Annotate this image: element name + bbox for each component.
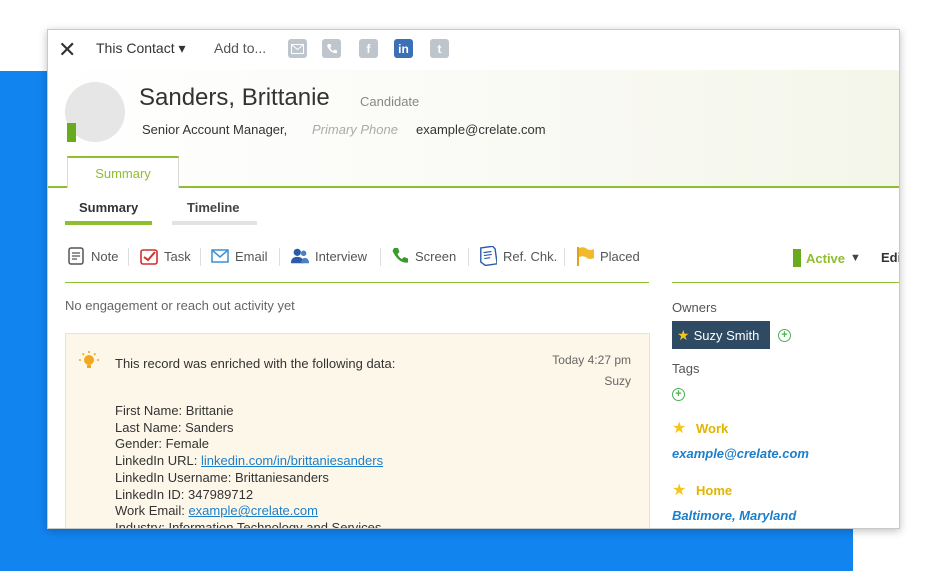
email-label: Email xyxy=(235,248,268,264)
divider xyxy=(468,248,469,266)
this-contact-dropdown[interactable]: This Contact ▾ xyxy=(96,40,186,57)
add-owner-icon[interactable]: + xyxy=(778,329,791,342)
subtab-timeline[interactable]: Timeline xyxy=(187,200,240,215)
add-to-button[interactable]: Add to... xyxy=(214,40,266,56)
star-icon: ★ xyxy=(677,326,690,343)
linkedin-url-field: LinkedIn URL: linkedin.com/in/brittanies… xyxy=(115,453,383,470)
home-address[interactable]: Baltimore, Maryland xyxy=(672,508,796,523)
facebook-icon[interactable]: f xyxy=(359,39,378,58)
note-label: Note xyxy=(91,248,119,264)
primary-phone-field[interactable]: Primary Phone xyxy=(312,122,398,137)
divider xyxy=(279,248,280,266)
reference-check-icon xyxy=(478,246,498,266)
linkedin-url-label: LinkedIn URL: xyxy=(115,453,201,469)
interview-label: Interview xyxy=(315,248,368,264)
reference-check-label: Ref. Chk. xyxy=(503,248,558,264)
note-icon xyxy=(66,246,86,266)
star-icon: ★ xyxy=(672,420,687,437)
gender-field: Gender: Female xyxy=(115,436,209,452)
enrichment-timestamp: Today 4:27 pm xyxy=(552,353,631,367)
owner-name: Suzy Smith xyxy=(693,327,760,343)
email-icon[interactable] xyxy=(288,39,307,58)
contact-name: Sanders, Brittanie xyxy=(139,84,330,111)
star-icon: ★ xyxy=(672,482,687,499)
linkedin-id-field: LinkedIn ID: 347989712 xyxy=(115,486,254,502)
owner-chip[interactable]: ★ Suzy Smith xyxy=(672,321,770,349)
work-email-label: Work Email: xyxy=(115,503,189,519)
close-icon[interactable]: ✕ xyxy=(58,37,76,63)
screen-action[interactable]: Screen xyxy=(390,246,456,266)
edit-button[interactable]: Edi xyxy=(881,250,899,265)
phone-icon[interactable] xyxy=(322,39,341,58)
contact-header: Sanders, Brittanie Candidate Senior Acco… xyxy=(48,70,899,188)
divider xyxy=(672,282,899,283)
first-name-field: First Name: Brittanie xyxy=(115,403,234,418)
status-indicator xyxy=(67,123,76,142)
subtab-summary[interactable]: Summary xyxy=(79,200,138,215)
placed-action[interactable]: Placed xyxy=(575,246,640,266)
subtab-timeline-underline xyxy=(172,221,257,225)
interview-icon xyxy=(290,246,310,266)
enrichment-activity-card: This record was enriched with the follow… xyxy=(65,333,650,529)
chevron-down-icon: ▼ xyxy=(850,252,861,264)
note-action[interactable]: Note xyxy=(66,246,118,266)
reference-check-action[interactable]: Ref. Chk. xyxy=(478,246,557,266)
last-name-field: Last Name: Sanders xyxy=(115,419,234,435)
task-label: Task xyxy=(164,248,191,264)
linkedin-url-link[interactable]: linkedin.com/in/brittaniesanders xyxy=(201,453,383,468)
flag-icon xyxy=(575,246,595,266)
divider xyxy=(200,248,201,266)
interview-action[interactable]: Interview xyxy=(290,246,367,266)
enrichment-title: This record was enriched with the follow… xyxy=(115,356,396,371)
divider xyxy=(564,248,565,266)
status-color-bar xyxy=(793,249,801,267)
work-label: Work xyxy=(696,421,729,436)
add-tag-icon[interactable]: + xyxy=(672,388,685,401)
tab-summary-main[interactable]: Summary xyxy=(67,156,179,188)
subtab-summary-underline xyxy=(65,221,152,225)
enriched-fields: First Name: Brittanie Last Name: Sanders… xyxy=(115,403,383,529)
contact-window: ✕ This Contact ▾ Add to... f in t Sander… xyxy=(47,29,900,529)
divider xyxy=(380,248,381,266)
task-action[interactable]: Task xyxy=(139,246,191,266)
top-toolbar: ✕ This Contact ▾ Add to... f in t xyxy=(48,30,899,68)
placed-label: Placed xyxy=(600,248,640,264)
home-label: Home xyxy=(696,483,733,498)
phone-icon xyxy=(390,246,410,266)
screen-label: Screen xyxy=(415,248,457,264)
task-icon xyxy=(139,246,159,266)
status-dropdown[interactable]: Active ▼ xyxy=(793,249,861,267)
linkedin-username-field: LinkedIn Username: Brittaniesanders xyxy=(115,469,329,485)
work-email-field: Work Email: example@crelate.com xyxy=(115,503,383,520)
work-email-link[interactable]: example@crelate.com xyxy=(672,446,809,461)
enrichment-author: Suzy xyxy=(604,374,631,388)
contact-role: Candidate xyxy=(360,94,420,109)
divider xyxy=(65,282,649,283)
work-email-link[interactable]: example@crelate.com xyxy=(188,503,318,518)
twitter-icon[interactable]: t xyxy=(430,39,449,58)
email-icon xyxy=(210,246,230,266)
divider xyxy=(128,248,129,266)
contact-email[interactable]: example@crelate.com xyxy=(416,122,546,137)
industry-field: Industry: Information Technology and Ser… xyxy=(115,519,382,529)
tags-label: Tags xyxy=(672,361,700,376)
linkedin-icon[interactable]: in xyxy=(394,39,413,58)
contact-title: Senior Account Manager, xyxy=(142,122,288,137)
lightbulb-icon xyxy=(78,350,100,377)
email-action[interactable]: Email xyxy=(210,246,268,266)
status-label: Active xyxy=(806,250,846,266)
engagement-status-text: No engagement or reach out activity yet xyxy=(65,298,295,313)
owners-label: Owners xyxy=(672,300,717,315)
